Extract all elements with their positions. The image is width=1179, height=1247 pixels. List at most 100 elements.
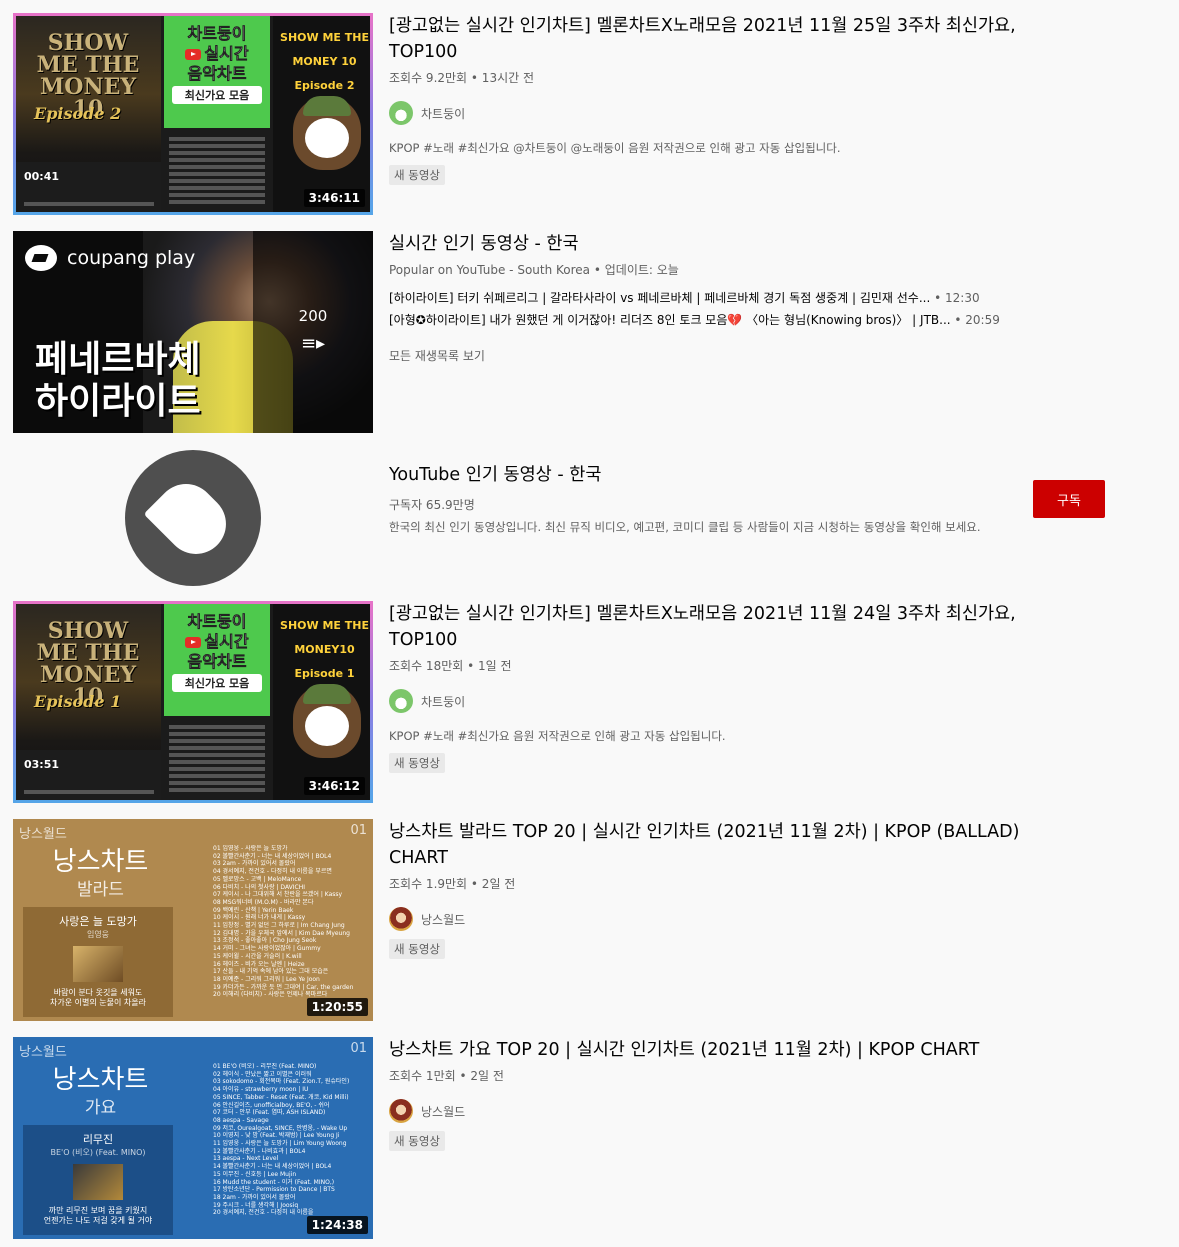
thumbnail-text: 바람이 분다 옷깃을 세워도	[53, 988, 143, 997]
new-video-badge: 새 동영상	[389, 165, 445, 185]
track-list-item: 10 이영지 - 낮 밤 (Feat. 박재범) | Lee Young Ji	[213, 1132, 340, 1140]
track-list-item: 08 aespa - Savage	[213, 1116, 269, 1124]
video-description: KPOP #노래 #최신가요 @차트둥이 @노래둥이 음원 저작권으로 인해 광…	[389, 141, 841, 155]
track-list-item: 03 sokodomo - 회전목마 (Feat. Zion.T, 원슈타인)	[213, 1078, 350, 1086]
subscriber-count: 구독자 65.9만명	[389, 498, 475, 512]
video-thumbnail[interactable]: SHOW ME THE MONEY 10 Episode 1 03:51 차트둥…	[13, 601, 373, 803]
thumbnail-text: 까만 리무진 보며 꿈을 키웠지	[48, 1206, 148, 1215]
video-title[interactable]: 낭스차트 가요 TOP 20 | 실시간 인기차트 (2021년 11월 2차)…	[389, 1037, 1049, 1063]
new-video-badge: 새 동영상	[389, 753, 445, 773]
channel-name[interactable]: 낭스월드	[421, 911, 465, 928]
duration-badge: 3:46:12	[303, 777, 365, 795]
track-list-item: 17 산들 - 내 기억 속에 남아 있는 그대 모습은	[213, 968, 329, 976]
track-list-item: 04 아이유 - strawberry moon | IU	[213, 1086, 309, 1094]
thumbnail-text: 낭스월드	[19, 827, 67, 842]
channel-description: 한국의 최신 인기 동영상입니다. 최신 뮤직 비디오, 예고편, 코미디 클립…	[389, 520, 981, 534]
thumbnail-mascot-panel: SHOW ME THE MONEY 10 Episode 2	[273, 16, 370, 212]
duration-badge: 1:20:55	[306, 998, 368, 1016]
channel-avatar[interactable]	[389, 689, 413, 713]
playlist-info: 실시간 인기 동영상 - 한국 Popular on YouTube - Sou…	[389, 231, 1049, 364]
channel-avatar-large[interactable]	[125, 450, 261, 586]
thumbnail-text: 사랑은 늘 도망가	[59, 915, 137, 928]
channel-avatar[interactable]	[389, 907, 413, 931]
album-art	[73, 1164, 123, 1200]
track-list-item: 17 방탄소년단 - Permission to Dance | BTS	[213, 1186, 335, 1194]
track-list-item: 01 BE'O (비오) - 리무진 (Feat. MINO)	[213, 1063, 317, 1070]
playlist-icon: ≡▸	[300, 333, 326, 354]
playlist-meta: Popular on YouTube - South Korea • 업데이트:…	[389, 263, 679, 277]
thumbnail-text: BE'O (비오) (Feat. MINO)	[50, 1148, 146, 1157]
track-list: 01 임영웅 - 사랑은 늘 도망가 02 볼빨간사춘기 - 너는 내 세상이었어…	[213, 845, 371, 999]
view-full-playlist-link[interactable]: 모든 재생목록 보기	[389, 347, 1049, 364]
thumbnail-text: 최신가요 모음	[172, 86, 262, 104]
thumbnail-text: 언젠가는 나도 저걸 갖게 될 거야	[43, 1216, 153, 1225]
video-thumbnail[interactable]: 낭스월드 01 낭스차트 발라드 사랑은 늘 도망가 임영웅 바람이 분다 옷깃…	[13, 819, 373, 1021]
subscribe-button[interactable]: 구독	[1033, 480, 1105, 518]
thumbnail-text: 페네르바체 하이라이트	[35, 339, 201, 422]
player-time: 00:41	[24, 170, 60, 183]
player-time: 03:51	[24, 758, 60, 771]
thumbnail-text: 01	[350, 1041, 367, 1056]
thumbnail-chart-panel: 차트둥이 실시간 음악차트 최신가요 모음	[161, 604, 273, 800]
playlist-item[interactable]: [하이라이트] 터키 쉬페르리그 | 갈라타사라이 vs 페네르바체 | 페네르…	[389, 287, 1049, 309]
thumbnail-mascot-panel: SHOW ME THE MONEY10 Episode 1	[273, 604, 370, 800]
track-list-item: 03 2am - 가까이 있어서 몰랐어	[213, 860, 296, 868]
thumbnail-card: 사랑은 늘 도망가 임영웅 바람이 분다 옷깃을 세워도 차가운 이별의 눈물이…	[23, 907, 173, 1017]
track-list-item: 12 볼빨간사춘기 - 나비효과 | BOL4	[213, 1147, 306, 1155]
video-title[interactable]: 낭스차트 발라드 TOP 20 | 실시간 인기차트 (2021년 11월 2차…	[389, 819, 1049, 871]
thumbnail-text: 차트둥이	[187, 612, 247, 632]
video-meta: 조회수 1.9만회 • 2일 전	[389, 877, 516, 891]
track-list-item: 04 경서예지, 전건호 - 다정히 내 이름을 부르면	[213, 868, 332, 876]
track-list-item: 05 멜로망스 - 고백 | MeloMance	[213, 875, 302, 883]
thumbnail-text: 음악차트	[187, 652, 247, 672]
channel-title[interactable]: YouTube 인기 동영상 - 한국	[389, 462, 1049, 488]
track-list-item: 11 임영웅 - 사랑은 늘 도망가 | Lim Young Woong	[213, 1140, 347, 1148]
playlist-count-overlay: 200 ≡▸	[253, 231, 373, 433]
youtube-icon	[185, 49, 202, 60]
youtube-icon	[185, 637, 202, 648]
channel-name[interactable]: 차트둥이	[421, 105, 465, 122]
thumbnail-text: 차가운 이별의 눈물이 차올라	[50, 998, 146, 1007]
track-list-item: 08 MSG워너비 (M.O.M) - 바라만 본다	[213, 898, 314, 906]
duration-badge: 1:24:38	[306, 1216, 368, 1234]
mascot-icon	[293, 96, 361, 170]
track-list-item: 18 이예준 - 그리워 그리워 | Lee Ye Joon	[213, 975, 320, 983]
thumbnail-show-me-the-money-art: SHOW ME THE MONEY 10 Episode 2 00:41	[16, 16, 161, 212]
playlist-item[interactable]: [아형✪하이라이트] 내가 원했던 게 이거잖아! 리더즈 8인 토크 모음💔 …	[389, 309, 1049, 331]
thumbnail-text: 발라드	[77, 880, 124, 900]
thumbnail-text: 실시간	[204, 44, 249, 64]
playlist-title[interactable]: 실시간 인기 동영상 - 한국	[389, 231, 1049, 257]
video-meta: 조회수 18만회 • 1일 전	[389, 659, 512, 673]
track-list-item: 07 케이시 - 나 그대위해 서 찬란을 쓰겠어 | Kassy	[213, 891, 343, 899]
thumbnail-text: SHOW ME THE MONEY10	[280, 619, 369, 656]
player-bar: 03:51	[16, 750, 161, 800]
track-list-item: 13 조정석 - 좋아좋아 | Cho Jung Seok	[213, 937, 317, 945]
thumbnail-text: 최신가요 모음	[172, 674, 262, 692]
video-info: [광고없는 실시간 인기차트] 멜론차트X노래모음 2021년 11월 24일 …	[389, 601, 1049, 773]
duration-badge: 3:46:11	[303, 189, 365, 207]
video-title[interactable]: [광고없는 실시간 인기차트] 멜론차트X노래모음 2021년 11월 25일 …	[389, 13, 1049, 65]
video-title[interactable]: [광고없는 실시간 인기차트] 멜론차트X노래모음 2021년 11월 24일 …	[389, 601, 1049, 653]
mascot-icon	[293, 684, 361, 758]
video-thumbnail[interactable]: 낭스월드 01 낭스차트 가요 리무진 BE'O (비오) (Feat. MIN…	[13, 1037, 373, 1239]
channel-name[interactable]: 낭스월드	[421, 1103, 465, 1120]
thumbnail-text: Episode 2	[294, 79, 355, 92]
thumbnail-text: 낭스차트	[52, 1065, 149, 1095]
new-video-badge: 새 동영상	[389, 1131, 445, 1151]
thumbnail-show-me-the-money-art: SHOW ME THE MONEY 10 Episode 1 03:51	[16, 604, 161, 800]
album-art	[73, 946, 123, 982]
thumbnail-chart-panel: 차트둥이 실시간 음악차트 최신가요 모음	[161, 16, 273, 212]
coupang-play-logo: coupang play	[25, 245, 195, 271]
track-list-item: 11 임창정 - 별거 없던 그 하루로 | Im Chang Jung	[213, 922, 345, 930]
video-thumbnail[interactable]: SHOW ME THE MONEY 10 Episode 2 00:41 차트둥…	[13, 13, 373, 215]
track-list-item: 01 임영웅 - 사랑은 늘 도망가	[213, 845, 288, 852]
track-list-item: 14 볼빨간사춘기 - 너는 내 세상이었어 | BOL4	[213, 1163, 332, 1171]
playlist-thumbnail[interactable]: coupang play 페네르바체 하이라이트 200 ≡▸	[13, 231, 373, 433]
video-description: KPOP #노래 #최신가요 음원 저작권으로 인해 광고 자동 삽입됩니다.	[389, 729, 726, 743]
channel-name[interactable]: 차트둥이	[421, 693, 465, 710]
youtube-trending-icon	[143, 471, 239, 567]
channel-avatar[interactable]	[389, 101, 413, 125]
channel-result[interactable]: YouTube 인기 동영상 - 한국 구독자 65.9만명 한국의 최신 인기…	[13, 436, 1163, 596]
thumbnail-text: 낭스월드	[19, 1045, 67, 1060]
channel-avatar[interactable]	[389, 1099, 413, 1123]
